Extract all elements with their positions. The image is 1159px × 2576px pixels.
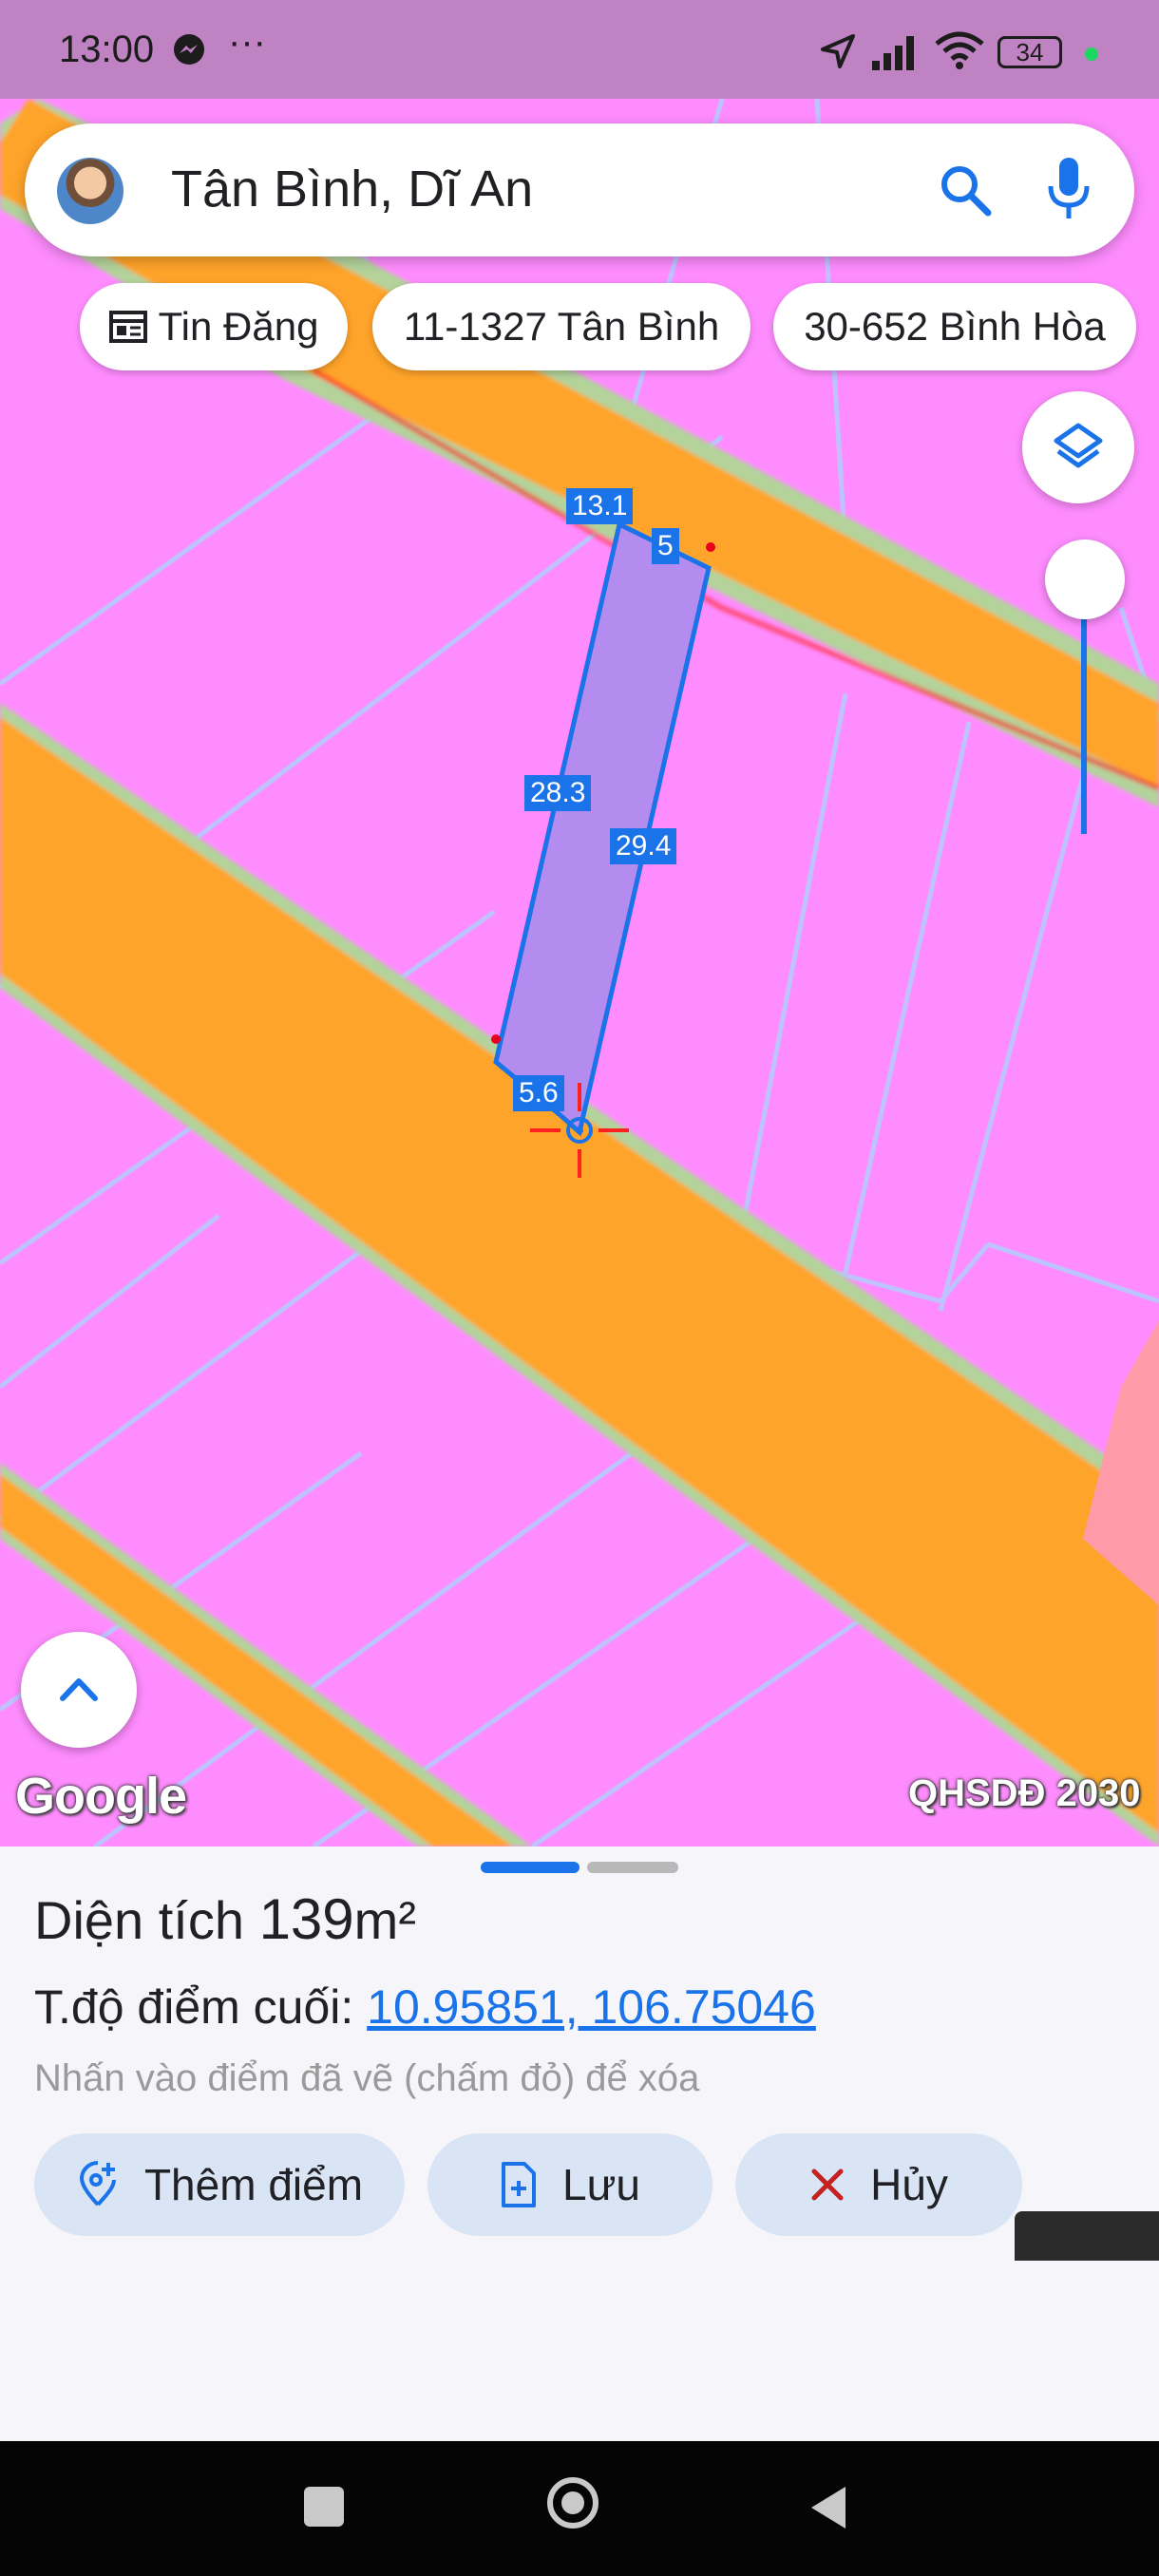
status-time: 13:00: [59, 28, 155, 70]
close-icon: [811, 2169, 844, 2201]
segment-label: 13.1: [566, 488, 634, 524]
layers-button[interactable]: [1022, 391, 1134, 503]
hint-text: Nhấn vào điểm đã vẽ (chấm đỏ) để xóa: [34, 2057, 700, 2099]
chevron-up-icon: [60, 1678, 98, 1701]
sheet-page-indicator[interactable]: [587, 1862, 678, 1873]
signal-icon: [872, 36, 914, 70]
location-arrow-icon: [821, 34, 855, 68]
coordinate-label: T.độ điểm cuối:: [34, 1980, 368, 2034]
chip-tin-dang[interactable]: Tin Đăng: [80, 283, 348, 370]
add-file-icon: [502, 2162, 537, 2207]
search-input[interactable]: Tân Bình, Dĩ An: [171, 160, 533, 218]
coordinate-line: T.độ điểm cuối: 10.95851, 106.75046: [34, 1979, 816, 2035]
opacity-slider-thumb[interactable]: [1045, 540, 1125, 619]
search-bar[interactable]: Tân Bình, Dĩ An: [25, 123, 1134, 256]
area-line: Diện tích 139m²: [34, 1886, 416, 1952]
area-unit: m²: [353, 1890, 416, 1950]
messenger-icon: [174, 34, 204, 65]
cancel-button[interactable]: Hủy: [735, 2133, 1022, 2236]
segment-label: 5.6: [513, 1075, 564, 1111]
battery-level: 34: [1016, 37, 1044, 66]
system-nav-bar: [0, 2441, 1159, 2576]
google-logo: Google: [15, 1768, 187, 1825]
status-bar: 13:00 ··· 34: [0, 0, 1159, 99]
segment-label: 29.4: [610, 828, 677, 864]
add-point-label: Thêm điểm: [143, 2160, 364, 2209]
opacity-slider-track[interactable]: [1081, 589, 1087, 834]
home-button[interactable]: [547, 2477, 598, 2529]
chip-label: 11-1327 Tân Bình: [403, 304, 720, 349]
battery-icon: 34: [998, 36, 1062, 68]
chip-parcel-binh-hoa[interactable]: 30-652 Bình Hòa: [773, 283, 1136, 370]
segment-label: 5: [652, 528, 679, 564]
chip-label: Tin Đăng: [158, 304, 319, 349]
avatar[interactable]: [57, 158, 124, 224]
newspaper-icon: [108, 311, 147, 343]
add-location-icon: [79, 2161, 116, 2207]
status-overflow-icon: ···: [228, 21, 266, 63]
layers-icon: [1054, 423, 1103, 468]
segment-label: 28.3: [524, 775, 592, 811]
plan-layer-label: QHSDĐ 2030: [908, 1772, 1141, 1814]
save-button[interactable]: Lưu: [428, 2133, 712, 2236]
bottom-sheet: Diện tích 139m² T.độ điểm cuối: 10.95851…: [0, 1847, 1159, 2441]
expand-sheet-button[interactable]: [21, 1632, 137, 1748]
coordinate-link[interactable]: 10.95851, 106.75046: [367, 1980, 816, 2034]
add-point-button[interactable]: Thêm điểm: [34, 2133, 405, 2236]
area-value: 139: [258, 1887, 354, 1951]
chip-parcel-tan-binh[interactable]: 11-1327 Tân Bình: [372, 283, 750, 370]
search-icon[interactable]: [937, 161, 994, 218]
cancel-label: Hủy: [870, 2160, 948, 2209]
save-label: Lưu: [562, 2160, 640, 2209]
recents-button[interactable]: [304, 2487, 344, 2527]
chip-label: 30-652 Bình Hòa: [804, 304, 1106, 349]
microphone-icon[interactable]: [1045, 156, 1092, 224]
area-label: Diện tích: [34, 1890, 259, 1950]
watermark-chip: [1015, 2211, 1159, 2261]
sheet-page-indicator-active[interactable]: [481, 1862, 580, 1873]
status-dot: [1085, 47, 1098, 61]
wifi-icon: [935, 31, 984, 69]
back-button[interactable]: [808, 2483, 849, 2532]
